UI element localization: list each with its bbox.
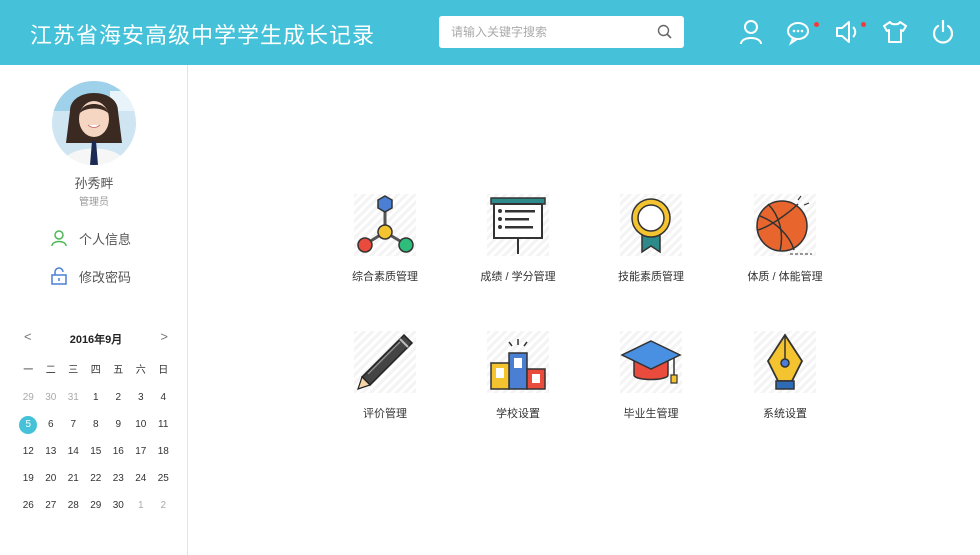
calendar-weekday: 五 — [113, 365, 124, 376]
calendar-day[interactable]: 26 — [17, 492, 40, 519]
top-header: 江苏省海安高级中学学生成长记录 — [0, 0, 980, 65]
calendar-weekday: 四 — [90, 365, 101, 376]
user-role: 管理员 — [79, 197, 109, 208]
module-label: 系统设置 — [763, 408, 807, 420]
sidebar-item-profile[interactable]: 个人信息 — [50, 227, 131, 249]
calendar-day[interactable]: 29 — [85, 492, 108, 519]
calendar-day[interactable]: 30 — [107, 492, 130, 519]
module-graduates[interactable]: 毕业生管理 — [596, 331, 706, 421]
search-box[interactable] — [439, 16, 684, 48]
calendar-day[interactable]: 30 — [40, 384, 63, 411]
calendar-day[interactable]: 2 — [152, 492, 175, 519]
calendar-day[interactable]: 25 — [152, 465, 175, 492]
pen-icon — [357, 333, 414, 390]
calendar-day[interactable]: 27 — [40, 492, 63, 519]
calendar-day[interactable]: 29 — [17, 384, 40, 411]
calendar-day[interactable]: 28 — [62, 492, 85, 519]
calendar-grid: 一二三四五六日 29 30 31 1 2 3 4 5 6 7 8 9 10 11 12 13 14 15 16 17 18… — [17, 357, 176, 519]
module-label: 综合素质管理 — [352, 271, 418, 283]
user-icon[interactable] — [738, 18, 764, 46]
calendar-weekday: 一 — [23, 365, 34, 376]
sidebar-item-password[interactable]: 修改密码 — [50, 265, 131, 287]
calendar-day[interactable]: 21 — [62, 465, 85, 492]
module-label: 毕业生管理 — [623, 408, 679, 420]
calendar-day[interactable]: 17 — [130, 438, 153, 465]
calendar: < 2016年9月 > 一二三四五六日 29 30 31 1 2 3 4 5 6 7 8 9 10 11 12… — [16, 323, 176, 519]
calendar-weekday: 六 — [135, 365, 146, 376]
user-name: 孙秀畔 — [74, 176, 114, 191]
calendar-day[interactable]: 31 — [62, 384, 85, 411]
medal-icon — [631, 198, 671, 254]
calendar-day[interactable]: 16 — [107, 438, 130, 465]
shirt-icon[interactable] — [882, 18, 908, 46]
person-icon — [51, 230, 67, 247]
module-system-settings[interactable]: 系统设置 — [730, 331, 840, 421]
fountain-pen-icon — [766, 333, 804, 390]
sidebar-item-label: 个人信息 — [79, 231, 132, 247]
molecule-icon — [357, 195, 414, 253]
basketball-icon — [756, 195, 812, 255]
calendar-day[interactable]: 1 — [85, 384, 108, 411]
lock-icon — [51, 267, 67, 285]
module-skills-quality[interactable]: 技能素质管理 — [596, 194, 706, 284]
calendar-next-button[interactable]: > — [160, 329, 168, 344]
module-label: 评价管理 — [363, 408, 407, 420]
module-label: 技能素质管理 — [618, 271, 684, 283]
notification-icon[interactable] — [834, 18, 860, 46]
calendar-day[interactable]: 24 — [130, 465, 153, 492]
calendar-day[interactable]: 18 — [152, 438, 175, 465]
calendar-weekday: 日 — [158, 365, 169, 376]
calendar-day[interactable]: 11 — [152, 411, 175, 438]
calendar-day[interactable]: 9 — [107, 411, 130, 438]
module-physical-fitness[interactable]: 体质 / 体能管理 — [730, 194, 840, 284]
module-comprehensive-quality[interactable]: 综合素质管理 — [330, 194, 440, 284]
sidebar: 孙秀畔 管理员 个人信息 修改密码 < 2016年9月 > 一二三四五六日 29 3… — [0, 65, 188, 555]
calendar-day[interactable]: 1 — [130, 492, 153, 519]
module-label: 学校设置 — [496, 408, 540, 420]
sidebar-item-label: 修改密码 — [79, 269, 132, 285]
board-icon — [490, 197, 546, 254]
avatar[interactable] — [52, 81, 136, 165]
calendar-day[interactable]: 4 — [152, 384, 175, 411]
calendar-weekday: 三 — [68, 365, 79, 376]
module-school-settings[interactable]: 学校设置 — [463, 331, 573, 421]
module-label: 体质 / 体能管理 — [747, 271, 823, 283]
calendar-day[interactable]: 13 — [40, 438, 63, 465]
calendar-day[interactable]: 3 — [130, 384, 153, 411]
module-grades-credits[interactable]: 成绩 / 学分管理 — [463, 194, 573, 284]
power-icon[interactable] — [930, 18, 956, 46]
calendar-today[interactable]: 5 — [19, 416, 38, 434]
calendar-day[interactable]: 15 — [85, 438, 108, 465]
app-title: 江苏省海安高级中学学生成长记录 — [30, 23, 376, 48]
message-badge — [814, 22, 819, 27]
search-input[interactable] — [439, 16, 639, 48]
notification-badge — [861, 22, 866, 27]
calendar-day[interactable]: 23 — [107, 465, 130, 492]
calendar-day[interactable]: 7 — [62, 411, 85, 438]
calendar-day[interactable]: 20 — [40, 465, 63, 492]
calendar-day[interactable]: 22 — [85, 465, 108, 492]
calendar-day[interactable]: 14 — [62, 438, 85, 465]
calendar-day[interactable]: 5 — [17, 411, 40, 438]
calendar-day[interactable]: 6 — [40, 411, 63, 438]
calendar-day[interactable]: 12 — [17, 438, 40, 465]
calendar-weekday: 二 — [45, 365, 56, 376]
calendar-title: 2016年9月 — [69, 334, 123, 346]
calendar-day[interactable]: 2 — [107, 384, 130, 411]
module-evaluation[interactable]: 评价管理 — [330, 331, 440, 421]
search-icon[interactable] — [656, 23, 674, 41]
module-label: 成绩 / 学分管理 — [480, 271, 556, 283]
graduation-cap-icon — [620, 340, 682, 384]
podium-icon — [490, 339, 546, 390]
calendar-day[interactable]: 10 — [130, 411, 153, 438]
calendar-day[interactable]: 19 — [17, 465, 40, 492]
message-icon[interactable] — [786, 18, 812, 46]
calendar-day[interactable]: 8 — [85, 411, 108, 438]
